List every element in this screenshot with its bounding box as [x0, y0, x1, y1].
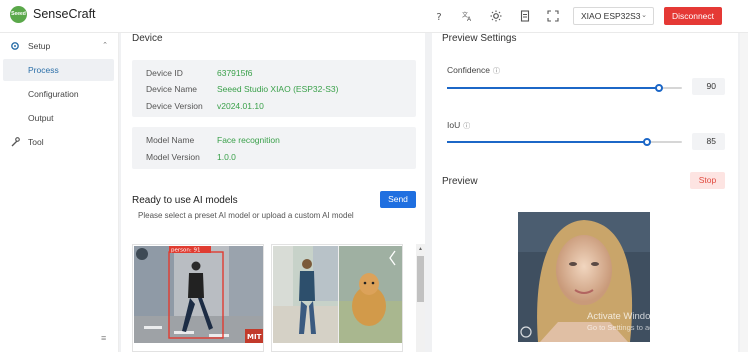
model-name-label: Model Name: [146, 135, 195, 145]
sidebar-item-tool-label: Tool: [28, 137, 44, 147]
model-version-label: Model Version: [146, 152, 200, 162]
device-info-box: Device ID 637915f6 Device Name Seeed Stu…: [132, 60, 416, 117]
iou-label: IoU ⓘ: [447, 120, 470, 131]
model-version-value: 1.0.0: [217, 152, 236, 162]
iou-value-input[interactable]: 85: [692, 133, 725, 150]
iou-slider[interactable]: [447, 138, 682, 146]
model-name-value: Face recognition: [217, 135, 280, 145]
device-id-value: 637915f6: [217, 68, 253, 78]
activate-windows-title: Activate Windows: [587, 311, 662, 322]
document-icon[interactable]: [518, 9, 532, 23]
mit-badge: MIT: [247, 333, 262, 341]
ready-models-title: Ready to use AI models: [132, 195, 238, 206]
help-icon[interactable]: ?: [432, 9, 446, 23]
ready-models-subtitle: Please select a preset AI model or uploa…: [138, 211, 354, 220]
detection-label: person: 91: [171, 248, 200, 254]
stop-button[interactable]: Stop: [690, 172, 725, 189]
iou-help-icon[interactable]: ⓘ: [463, 123, 470, 130]
device-select-value: XIAO ESP32S3: [581, 11, 641, 21]
disconnect-button[interactable]: Disconnect: [664, 7, 722, 25]
chevron-down-icon: ⌄: [641, 12, 647, 19]
confidence-slider-handle[interactable]: [655, 84, 663, 92]
confidence-label: Confidence ⓘ: [447, 65, 500, 76]
preview-title: Preview: [442, 176, 478, 187]
sensecraft-logo: Seeed Studio: [10, 6, 27, 34]
iou-label-text: IoU: [447, 120, 461, 130]
model-card-pet-detection[interactable]: [271, 244, 403, 352]
device-id-label: Device ID: [146, 68, 183, 78]
app-title: SenseCraft: [33, 7, 96, 21]
iou-slider-fill: [447, 141, 647, 143]
model-card-person-detection[interactable]: person: 91 MIT: [132, 244, 264, 352]
scrollbar-thumb[interactable]: [417, 256, 424, 302]
sidebar-item-process[interactable]: Process: [3, 59, 114, 81]
model-thumbnail-person: person: 91 MIT: [134, 246, 263, 343]
sidebar-item-setup-label: Setup: [28, 41, 51, 51]
chevron-up-icon: ⌃: [102, 42, 108, 49]
device-name-value: Seeed Studio XIAO (ESP32-S3): [217, 84, 339, 94]
confidence-slider[interactable]: [447, 84, 682, 92]
device-section-title: Device: [132, 33, 163, 44]
main-panel: Device Device ID 637915f6 Device Name Se…: [121, 33, 425, 352]
iou-slider-handle[interactable]: [643, 138, 651, 146]
sidebar: Setup ⌃ Process Configuration Output Too…: [0, 33, 119, 352]
model-info-box: Model Name Face recognition Model Versio…: [132, 127, 416, 169]
device-name-label: Device Name: [146, 84, 198, 94]
device-select[interactable]: XIAO ESP32S3 ⌄: [573, 7, 654, 25]
activate-windows-subtitle: Go to Settings to activate Windows.: [587, 323, 706, 332]
translate-icon[interactable]: 文A: [460, 9, 474, 23]
top-header: Seeed Studio SenseCraft ? 文A XIAO ESP32S…: [0, 0, 748, 34]
svg-text:A: A: [467, 16, 472, 23]
theme-icon[interactable]: [489, 9, 503, 23]
device-version-value: v2024.01.10: [217, 101, 264, 111]
svg-text:?: ?: [436, 12, 441, 23]
sidebar-item-setup[interactable]: Setup ⌃: [0, 35, 119, 57]
device-version-label: Device Version: [146, 101, 203, 111]
model-thumbnail-pet: [273, 246, 402, 343]
model-gallery-scrollbar[interactable]: ▲: [416, 244, 425, 352]
preview-panel: Preview Settings Confidence ⓘ 90 IoU ⓘ 85 …: [432, 33, 738, 352]
menu-collapse-icon[interactable]: ≡: [101, 333, 106, 343]
confidence-label-text: Confidence: [447, 65, 491, 75]
confidence-slider-fill: [447, 87, 659, 89]
fullscreen-icon[interactable]: [546, 9, 560, 23]
confidence-help-icon[interactable]: ⓘ: [493, 68, 500, 75]
sidebar-item-output[interactable]: Output: [3, 107, 114, 129]
scroll-up-icon[interactable]: ▲: [418, 246, 423, 252]
page-scrollbar[interactable]: [740, 33, 748, 352]
preview-settings-title: Preview Settings: [442, 33, 517, 44]
wrench-icon: [10, 131, 20, 161]
sidebar-item-tool[interactable]: Tool: [0, 131, 119, 153]
model-gallery: person: 91 MIT ▲: [132, 244, 425, 352]
send-button[interactable]: Send: [380, 191, 416, 208]
sidebar-item-configuration[interactable]: Configuration: [3, 83, 114, 105]
confidence-value-input[interactable]: 90: [692, 78, 725, 95]
